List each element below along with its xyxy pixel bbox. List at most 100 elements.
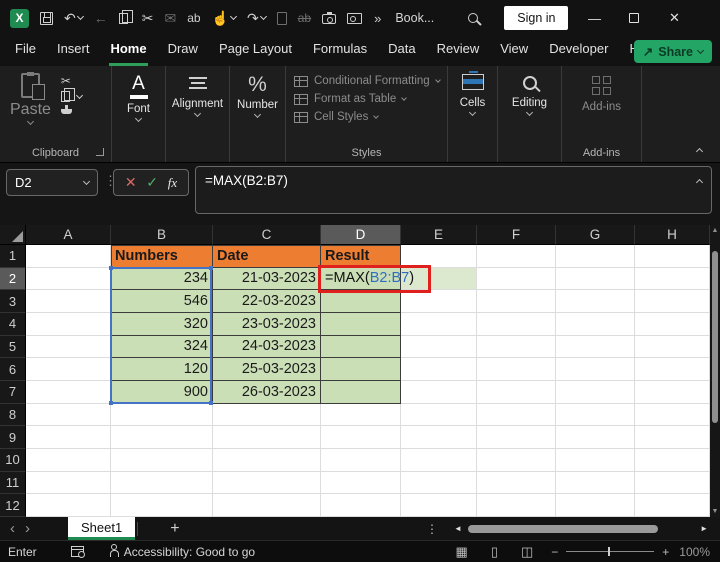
insert-function-icon[interactable]: fx	[168, 175, 177, 191]
formula-input[interactable]: =MAX(B2:B7)	[195, 166, 712, 214]
cell-C1[interactable]: Date	[213, 245, 321, 268]
maximize-button[interactable]	[614, 3, 654, 33]
cut-button[interactable]: ✂	[61, 74, 82, 88]
cell-F12[interactable]	[477, 494, 556, 517]
row-header-11[interactable]: 11	[0, 471, 26, 495]
format-painter-button[interactable]	[60, 105, 82, 114]
cell-E5[interactable]	[401, 335, 477, 359]
cell-E10[interactable]	[401, 448, 477, 472]
cell-C3[interactable]: 22-03-2023	[213, 290, 321, 313]
cell-B9[interactable]	[111, 426, 213, 449]
row-header-8[interactable]: 8	[0, 403, 26, 427]
cell-E7[interactable]	[401, 380, 477, 404]
cell-E6[interactable]	[401, 358, 477, 381]
cell-C12[interactable]	[213, 494, 321, 517]
cell-B4[interactable]: 320	[111, 312, 213, 336]
cell-H10[interactable]	[635, 448, 710, 472]
cell-B1[interactable]: Numbers	[111, 245, 213, 268]
cell-D2[interactable]: =MAX(B2:B7)	[321, 267, 414, 291]
horizontal-scroll-thumb[interactable]	[467, 524, 658, 533]
cell-H2[interactable]	[635, 267, 710, 291]
touch-mode-icon[interactable]: ☝	[212, 11, 238, 25]
cell-B2[interactable]: 234	[111, 267, 213, 291]
conditional-formatting-button[interactable]: Conditional Formatting	[294, 75, 447, 87]
cell-F2[interactable]	[477, 267, 556, 291]
cell-D5[interactable]	[321, 335, 401, 359]
cell-H8[interactable]	[635, 403, 710, 427]
strikethrough-icon[interactable]: ab	[298, 12, 311, 24]
cell-D4[interactable]	[321, 312, 401, 336]
editing-button[interactable]: Editing	[498, 66, 561, 162]
excel-logo[interactable]: X	[10, 8, 29, 28]
cell-A4[interactable]	[26, 312, 111, 336]
row-header-5[interactable]: 5	[0, 335, 26, 359]
row-header-2[interactable]: 2	[0, 267, 26, 291]
cell-E3[interactable]	[401, 290, 477, 313]
cell-G9[interactable]	[556, 426, 635, 449]
cell-H1[interactable]	[635, 245, 710, 268]
cells-button[interactable]: Cells	[448, 66, 497, 162]
tab-formulas[interactable]: Formulas	[312, 35, 368, 66]
cell-A2[interactable]	[26, 267, 111, 291]
cell-D10[interactable]	[321, 448, 401, 472]
cell-F3[interactable]	[477, 290, 556, 313]
cell-B8[interactable]	[111, 403, 213, 427]
cell-H3[interactable]	[635, 290, 710, 313]
minimize-button[interactable]: —	[574, 3, 614, 33]
cell-C8[interactable]	[213, 403, 321, 427]
column-header-F[interactable]: F	[477, 225, 556, 245]
enter-icon[interactable]: ✓	[146, 174, 158, 191]
cell-C10[interactable]	[213, 448, 321, 472]
search-icon[interactable]	[468, 13, 479, 23]
cell-A6[interactable]	[26, 358, 111, 381]
row-header-1[interactable]: 1	[0, 245, 26, 268]
cell-D11[interactable]	[321, 471, 401, 495]
tab-view[interactable]: View	[499, 35, 529, 66]
sign-in-button[interactable]: Sign in	[504, 6, 569, 30]
cut-icon[interactable]: ✂	[142, 11, 154, 25]
column-header-C[interactable]: C	[213, 225, 321, 245]
cell-D1[interactable]: Result	[321, 245, 401, 268]
cell-G10[interactable]	[556, 448, 635, 472]
column-header-H[interactable]: H	[635, 225, 710, 245]
cell-E12[interactable]	[401, 494, 477, 517]
cell-A11[interactable]	[26, 471, 111, 495]
zoom-slider-thumb[interactable]	[608, 547, 611, 556]
cell-G12[interactable]	[556, 494, 635, 517]
zoom-in-button[interactable]: +	[662, 545, 669, 559]
cell-D12[interactable]	[321, 494, 401, 517]
cell-C4[interactable]: 23-03-2023	[213, 312, 321, 336]
scroll-up-icon[interactable]: ▲	[710, 227, 720, 234]
horizontal-scroll-track[interactable]	[466, 524, 696, 534]
zoom-level[interactable]: 100%	[679, 545, 710, 559]
cell-E1[interactable]	[401, 245, 477, 268]
row-header-4[interactable]: 4	[0, 312, 26, 336]
sheet-options-icon[interactable]: ⋮	[426, 522, 438, 536]
row-header-10[interactable]: 10	[0, 448, 26, 472]
sheet-tab-sheet1[interactable]: Sheet1	[68, 517, 136, 540]
column-header-B[interactable]: B	[111, 225, 213, 245]
new-file-icon[interactable]	[276, 11, 287, 25]
share-button[interactable]: ↗ Share	[633, 40, 712, 63]
cell-C9[interactable]	[213, 426, 321, 449]
cell-G11[interactable]	[556, 471, 635, 495]
tab-data[interactable]: Data	[387, 35, 416, 66]
cell-H9[interactable]	[635, 426, 710, 449]
add-sheet-button[interactable]: +	[170, 520, 179, 538]
number-button[interactable]: % Number	[230, 66, 285, 162]
zoom-slider[interactable]	[566, 547, 655, 556]
cell-H5[interactable]	[635, 335, 710, 359]
cell-A3[interactable]	[26, 290, 111, 313]
cell-G5[interactable]	[556, 335, 635, 359]
tab-developer[interactable]: Developer	[548, 35, 609, 66]
cell-G6[interactable]	[556, 358, 635, 381]
cell-H11[interactable]	[635, 471, 710, 495]
cell-F6[interactable]	[477, 358, 556, 381]
vertical-scrollbar[interactable]: ▲ ▼	[710, 225, 720, 517]
row-header-9[interactable]: 9	[0, 426, 26, 449]
save-icon[interactable]	[40, 11, 53, 25]
select-all-button[interactable]	[0, 225, 26, 245]
cell-B10[interactable]	[111, 448, 213, 472]
cell-H7[interactable]	[635, 380, 710, 404]
cancel-icon[interactable]: ✕	[125, 174, 137, 191]
